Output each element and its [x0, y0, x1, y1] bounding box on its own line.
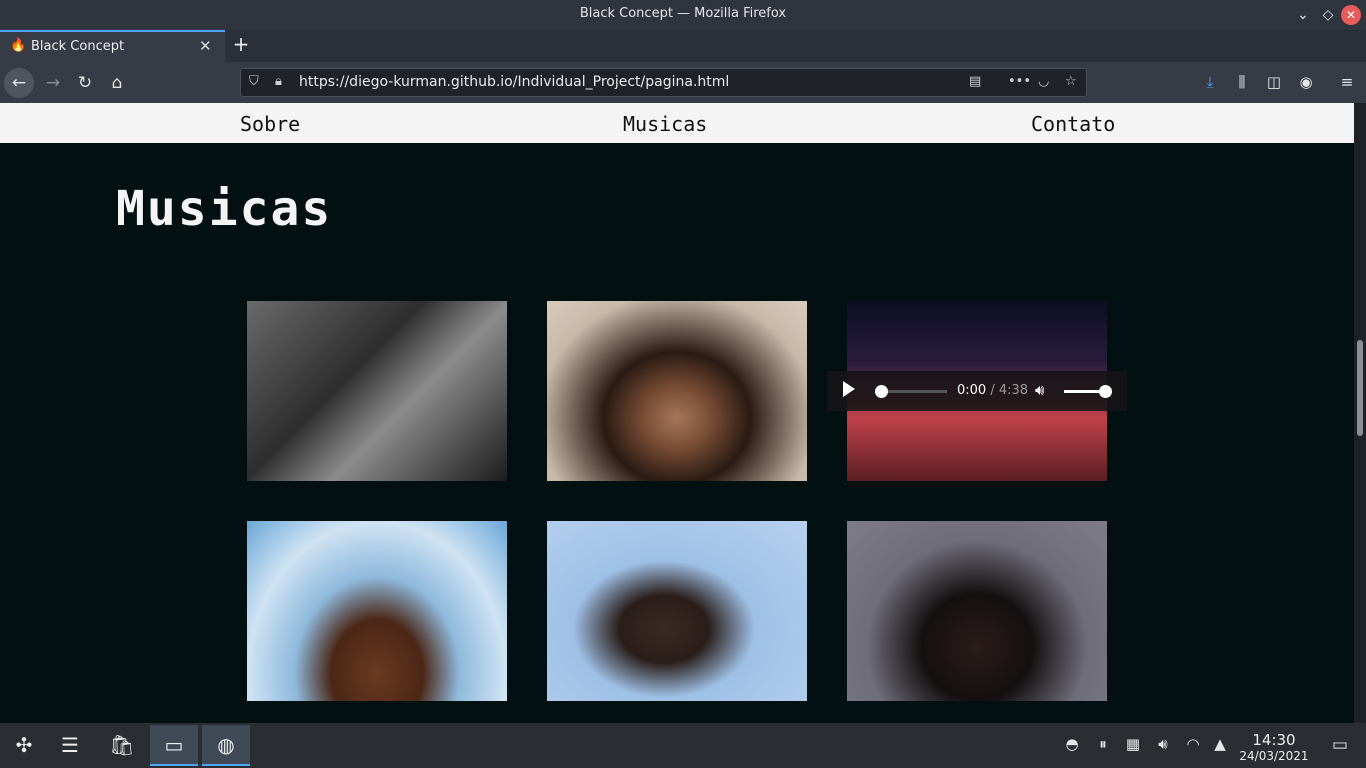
app-launcher-icon[interactable]: ✣ — [0, 725, 48, 766]
maximize-icon[interactable]: ◇ — [1318, 5, 1338, 25]
play-icon[interactable] — [843, 381, 855, 397]
window-titlebar: Black Concept — Mozilla Firefox ⌄ ◇ ✕ — [0, 0, 1366, 30]
tray-expand-icon[interactable]: ▲ — [1210, 735, 1230, 753]
new-tab-button[interactable]: + — [230, 32, 252, 58]
flame-icon: 🔥 — [10, 38, 27, 53]
page-scrollbar[interactable] — [1354, 103, 1366, 723]
site-navbar: Sobre Musicas Contato — [0, 103, 1354, 143]
home-button[interactable]: ⌂ — [102, 68, 132, 98]
tab-bar: 🔥 Black Concept ✕ + — [0, 30, 1366, 62]
album-card-2[interactable] — [547, 301, 807, 481]
star-icon[interactable]: ☆ — [1065, 74, 1077, 89]
time-separator: / — [986, 383, 999, 398]
settings-sliders-icon[interactable]: ☰ — [46, 725, 94, 766]
current-time: 0:00 — [957, 383, 987, 398]
navigation-toolbar: ← → ↻ ⌂ ⛉ 🔒︎ https://diego-kurman.github… — [0, 62, 1366, 103]
back-button[interactable]: ← — [4, 68, 34, 98]
clock-time: 14:30 — [1252, 731, 1296, 749]
url-bar[interactable]: ⛉ 🔒︎ https://diego-kurman.github.io/Indi… — [240, 68, 1087, 97]
library-icon[interactable]: ⫼ — [1231, 73, 1253, 91]
tab-label: Black Concept — [31, 39, 125, 54]
nav-link-musicas[interactable]: Musicas — [623, 112, 707, 136]
ellipsis-icon[interactable]: ••• — [1008, 74, 1031, 89]
discord-icon[interactable]: ◓ — [1062, 735, 1082, 753]
close-tab-icon[interactable]: ✕ — [199, 37, 212, 55]
time-display: 0:00 / 4:38 — [957, 383, 1028, 398]
page-viewport: Sobre Musicas Contato Musicas 0:00 / 4:3… — [0, 103, 1354, 723]
reader-view-icon[interactable]: ▤ — [969, 74, 981, 89]
clock-date: 24/03/2021 — [1239, 749, 1309, 763]
clipboard-icon[interactable]: ▦ — [1123, 735, 1143, 753]
account-icon[interactable]: ◉ — [1295, 73, 1317, 91]
album-card-1[interactable] — [247, 301, 507, 481]
duration: 4:38 — [998, 383, 1029, 398]
album-card-6[interactable] — [847, 521, 1107, 701]
hamburger-icon[interactable]: ≡ — [1336, 73, 1358, 91]
seek-handle[interactable] — [875, 385, 888, 398]
pause-icon[interactable]: ⏸︎ — [1093, 735, 1113, 753]
volume-tray-icon[interactable]: 🔊︎ — [1153, 735, 1173, 753]
album-card-4[interactable] — [247, 521, 507, 701]
window-title: Black Concept — Mozilla Firefox — [579, 6, 787, 21]
section-heading: Musicas — [116, 181, 333, 237]
volume-handle[interactable] — [1099, 385, 1112, 398]
reload-button[interactable]: ↻ — [70, 68, 100, 98]
file-manager-icon[interactable]: ▭ — [150, 725, 198, 766]
volume-track[interactable] — [1064, 390, 1104, 393]
url-text[interactable]: https://diego-kurman.github.io/Individua… — [299, 74, 729, 90]
sidebar-icon[interactable]: ◫ — [1263, 73, 1285, 91]
audio-player: 0:00 / 4:38 🔊︎ — [827, 371, 1127, 411]
close-window-icon[interactable]: ✕ — [1341, 5, 1361, 25]
pocket-icon[interactable]: ◡ — [1038, 74, 1049, 89]
volume-icon[interactable]: 🔊︎ — [1035, 381, 1044, 399]
scrollbar-thumb[interactable] — [1357, 340, 1363, 436]
store-bag-icon[interactable]: 🛍︎ — [98, 725, 146, 766]
taskbar: ✣ ☰ 🛍︎ ▭ ◍ ◓ ⏸︎ ▦ 🔊︎ ◠ ▲ 14:30 24/03/202… — [0, 723, 1366, 768]
shield-icon[interactable]: ⛉ — [249, 74, 259, 89]
download-icon[interactable]: ⤓ — [1199, 73, 1221, 91]
firefox-icon[interactable]: ◍ — [202, 725, 250, 766]
forward-button[interactable]: → — [38, 68, 68, 98]
tab-black-concept[interactable]: 🔥 Black Concept ✕ — [0, 30, 225, 62]
show-desktop-icon[interactable]: ▭ — [1330, 735, 1350, 755]
album-card-5[interactable] — [547, 521, 807, 701]
seek-track[interactable] — [881, 390, 947, 393]
nav-link-contato[interactable]: Contato — [1031, 112, 1115, 136]
clock[interactable]: 14:30 24/03/2021 — [1234, 731, 1314, 763]
wifi-icon[interactable]: ◠ — [1183, 735, 1203, 753]
lock-icon[interactable]: 🔒︎ — [275, 74, 282, 89]
minimize-icon[interactable]: ⌄ — [1293, 5, 1313, 25]
nav-link-sobre[interactable]: Sobre — [240, 112, 300, 136]
